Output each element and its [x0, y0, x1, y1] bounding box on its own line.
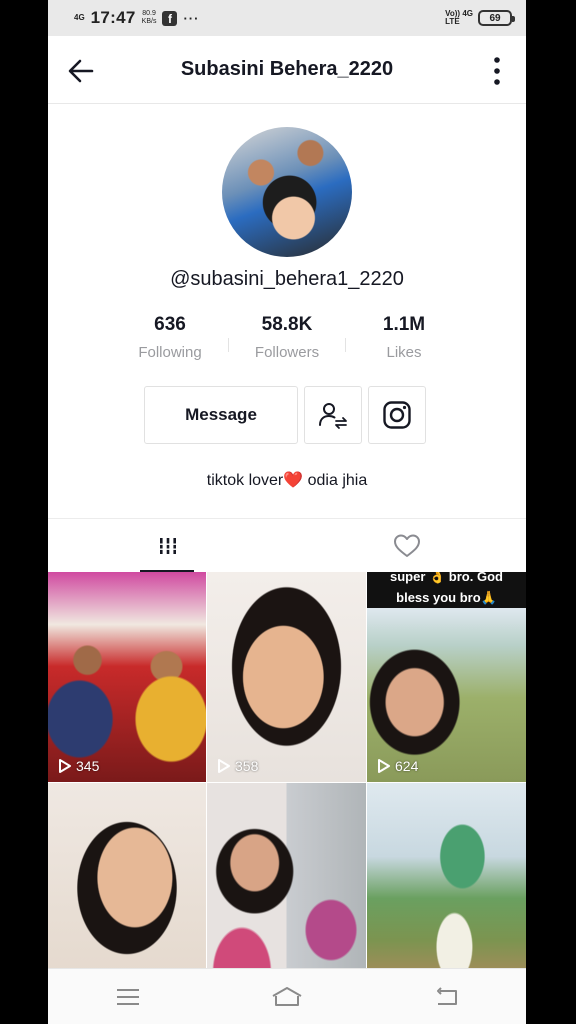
tab-videos[interactable] — [48, 519, 287, 572]
video-caption: super 👌 bro. God bless you bro🙏 — [367, 572, 526, 608]
profile-username: @subasini_behera1_2220 — [170, 268, 404, 290]
heart-outline-icon — [393, 534, 420, 557]
profile-actions: Message — [144, 386, 426, 444]
stat-following[interactable]: 636 Following — [112, 314, 228, 361]
menu-icon — [116, 988, 139, 1005]
play-icon — [218, 759, 230, 773]
speed-unit: KB/s — [141, 18, 157, 25]
message-button[interactable]: Message — [144, 386, 298, 444]
status-time: 17:47 — [90, 8, 136, 27]
caption-line-1: super 👌 bro. God — [390, 572, 503, 584]
status-right: Vo)) 4G LTE 69 — [445, 10, 515, 26]
profile-stats: 636 Following 58.8K Followers 1.1M Likes — [112, 314, 462, 361]
likes-count: 1.1M — [382, 314, 426, 335]
home-button[interactable] — [267, 982, 307, 1012]
network-speed: 80.9 KB/s — [142, 10, 157, 26]
avatar[interactable] — [222, 127, 352, 257]
back-nav-button[interactable] — [426, 982, 466, 1012]
stat-followers[interactable]: 58.8K Followers — [229, 314, 345, 361]
profile-bio: tiktok lover❤️ odia jhia — [48, 470, 526, 490]
status-bar: 4G 17:47 80.9 KB/s f ··· Vo)) 4G LTE 69 — [48, 0, 526, 36]
back-button[interactable] — [66, 56, 96, 86]
video-thumbnail[interactable]: 358 — [207, 572, 366, 782]
vertical-dots-icon — [494, 57, 500, 85]
caption-line-2: bless you bro🙏 — [396, 590, 497, 605]
grid-icon — [157, 537, 178, 554]
view-count: 345 — [76, 758, 100, 774]
likes-label: Likes — [386, 344, 422, 361]
video-thumbnail[interactable]: super 👌 bro. God bless you bro🙏 624 — [367, 572, 526, 782]
video-grid: 345 358 super 👌 bro. God bless you bro🙏 … — [48, 572, 526, 993]
profile-tabs — [48, 518, 526, 572]
back-icon — [437, 986, 458, 1005]
view-count: 358 — [235, 758, 259, 774]
tab-liked[interactable] — [287, 519, 526, 572]
status-left: 4G 17:47 80.9 KB/s f ··· — [74, 8, 199, 28]
arrow-left-icon — [68, 59, 94, 83]
lte-label: LTE — [445, 17, 460, 26]
video-thumbnail[interactable] — [367, 783, 526, 993]
stat-likes[interactable]: 1.1M Likes — [346, 314, 462, 361]
bio-suffix: odia jhia — [303, 472, 368, 489]
more-notifications-icon: ··· — [183, 10, 200, 26]
play-count: 345 — [58, 758, 99, 774]
facebook-icon: f — [162, 10, 178, 26]
following-count: 636 — [154, 314, 186, 335]
followers-label: Followers — [254, 344, 320, 361]
system-nav-bar — [48, 968, 526, 1024]
view-count: 624 — [395, 758, 419, 774]
speed-value: 80.9 — [142, 10, 156, 17]
bio-prefix: tiktok lover — [206, 472, 284, 489]
play-count: 358 — [217, 758, 258, 774]
profile-header: Subasini Behera_2220 — [48, 36, 526, 104]
heart-emoji: ❤️ — [283, 472, 304, 489]
phone-screen: 4G 17:47 80.9 KB/s f ··· Vo)) 4G LTE 69 … — [48, 0, 526, 1024]
instagram-icon — [383, 401, 411, 429]
follow-user-button[interactable] — [304, 386, 362, 444]
page-title: Subasini Behera_2220 — [180, 58, 394, 80]
volte-indicator: Vo)) 4G LTE — [445, 10, 473, 26]
play-icon — [59, 759, 71, 773]
video-thumbnail[interactable] — [207, 783, 366, 993]
play-icon — [378, 759, 390, 773]
battery-icon: 69 — [478, 10, 515, 26]
more-options-button[interactable] — [492, 56, 502, 86]
network-indicator: 4G — [74, 13, 85, 22]
video-thumbnail[interactable]: 345 — [48, 572, 206, 782]
instagram-button[interactable] — [368, 386, 426, 444]
home-icon — [272, 986, 302, 1006]
video-thumbnail[interactable] — [48, 783, 206, 993]
recent-apps-button[interactable] — [108, 982, 148, 1012]
following-label: Following — [138, 344, 202, 361]
play-count: 624 — [377, 758, 418, 774]
followers-count: 58.8K — [261, 314, 313, 335]
user-follow-icon — [319, 403, 347, 429]
